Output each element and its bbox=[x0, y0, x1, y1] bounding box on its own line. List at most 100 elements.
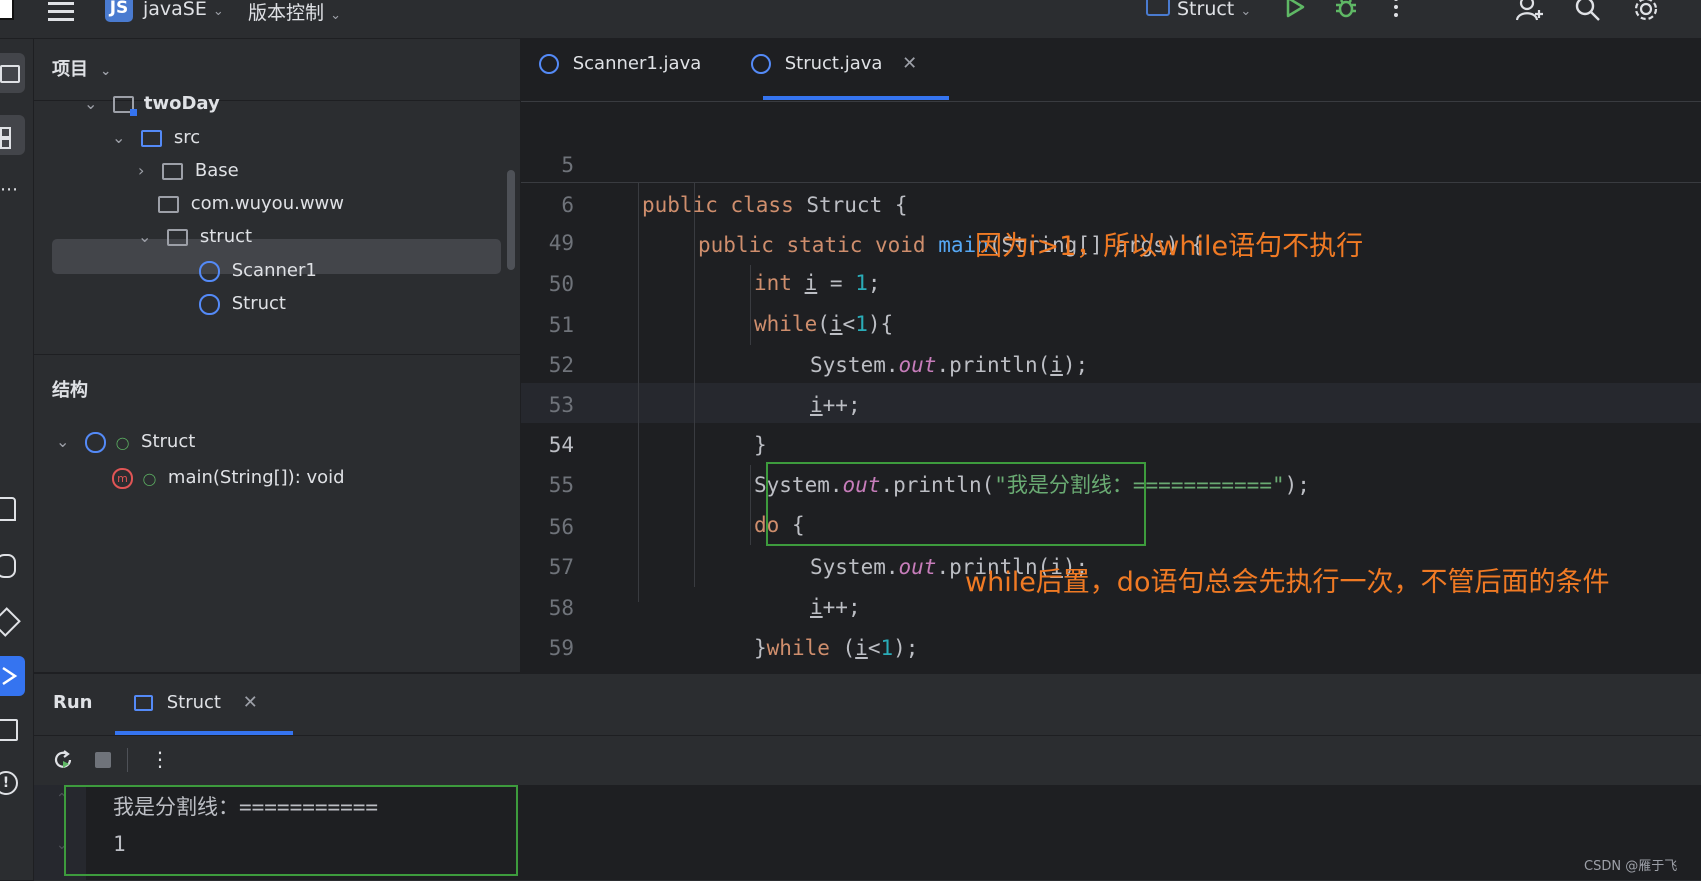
tab-scanner1[interactable]: Scanner1.java bbox=[539, 53, 701, 74]
tool-window-strip: ⋯ ! bbox=[0, 39, 34, 880]
run-panel-title: Run bbox=[53, 692, 93, 713]
tab-struct[interactable]: Struct.java ✕ bbox=[751, 53, 917, 74]
close-icon[interactable]: ✕ bbox=[902, 53, 917, 74]
structure-panel-title: 结构 bbox=[52, 380, 88, 401]
app-logo-icon bbox=[0, 0, 14, 20]
vcs-dropdown[interactable]: 版本控制 ⌄ bbox=[248, 0, 341, 25]
chevron-down-icon: ⌄ bbox=[330, 8, 341, 23]
run-config-icon bbox=[1146, 0, 1170, 16]
java-class-icon bbox=[199, 260, 220, 282]
do-block-highlight-box bbox=[766, 462, 1146, 546]
run-config-dropdown[interactable]: Struct ⌄ bbox=[1177, 0, 1251, 20]
project-panel-header[interactable]: 项目 ⌄ bbox=[52, 55, 111, 81]
java-class-icon bbox=[199, 293, 220, 315]
more-options-icon[interactable]: ⋮ bbox=[150, 748, 170, 770]
package-icon bbox=[162, 162, 184, 180]
run-tab-label: Struct bbox=[166, 692, 221, 713]
code-line[interactable]: 55 do { bbox=[521, 425, 1701, 537]
editor-tabs: Scanner1.java Struct.java ✕ bbox=[521, 39, 1701, 102]
code-line[interactable]: 51 System.out.println(i); bbox=[521, 265, 1701, 377]
more-tools-icon[interactable]: ⋯ bbox=[0, 179, 18, 200]
chevron-down-icon[interactable]: ⌄ bbox=[112, 128, 125, 147]
code-line[interactable]: 6 public static void main(String[] args)… bbox=[521, 145, 1701, 257]
close-icon[interactable]: ✕ bbox=[243, 692, 258, 713]
console-output[interactable]: ⌃ ⌄ 我是分割线：=========== 1 CSDN @雁于飞 bbox=[34, 785, 1701, 880]
chevron-down-icon[interactable]: ⌄ bbox=[138, 227, 151, 246]
project-panel: 项目 ⌄ ⌄ twoDay ⌄ src › Base com.wuyou.www… bbox=[34, 39, 521, 672]
structure-tool-button[interactable] bbox=[0, 115, 25, 155]
code-line[interactable]: 5 public class Struct { bbox=[521, 105, 1701, 217]
tree-item-label: com.wuyou.www bbox=[190, 193, 344, 214]
problems-tool-icon[interactable]: ! bbox=[0, 771, 18, 795]
java-class-icon bbox=[539, 54, 559, 74]
project-name-dropdown[interactable]: javaSE ⌄ bbox=[143, 0, 224, 20]
tree-scrollbar[interactable] bbox=[507, 170, 515, 270]
structure-item-label: main(String[]): void bbox=[167, 467, 345, 488]
run-toolbar-divider bbox=[34, 735, 1701, 736]
build-tool-icon[interactable] bbox=[0, 497, 16, 521]
active-tab-underline bbox=[763, 96, 949, 100]
chevron-down-icon[interactable]: ⌄ bbox=[84, 94, 97, 113]
chevron-down-icon: ⌄ bbox=[212, 4, 224, 19]
run-tool-button[interactable] bbox=[0, 656, 25, 696]
tree-item-struct-class[interactable]: Struct bbox=[199, 287, 286, 321]
debug-icon[interactable] bbox=[1334, 0, 1358, 20]
tree-item-base[interactable]: › Base bbox=[138, 154, 239, 188]
rerun-icon[interactable] bbox=[52, 749, 74, 771]
code-line[interactable]: 60 } bbox=[521, 629, 1701, 741]
tree-item-twoday[interactable]: ⌄ twoDay bbox=[84, 87, 220, 121]
folder-icon bbox=[141, 129, 163, 147]
structure-icon bbox=[0, 127, 11, 138]
title-bar: JS javaSE ⌄ 版本控制 ⌄ Struct ⌄ bbox=[0, 0, 1701, 39]
watermark: CSDN @雁于飞 bbox=[1584, 859, 1678, 874]
code-line[interactable]: 54 System.out.println("我是分割线：===========… bbox=[521, 385, 1701, 497]
project-panel-title: 项目 bbox=[52, 59, 88, 80]
method-icon: m bbox=[112, 467, 133, 489]
tree-item-com-wuyou-www[interactable]: com.wuyou.www bbox=[158, 187, 344, 221]
annotation-while-note: 因为i>1，所以while语句不执行 bbox=[975, 231, 1364, 262]
module-folder-icon bbox=[113, 95, 138, 116]
public-visibility-icon: ◯ bbox=[115, 436, 130, 450]
more-options-icon[interactable] bbox=[1394, 0, 1398, 18]
chevron-down-icon[interactable]: ⌄ bbox=[56, 432, 69, 451]
add-user-icon[interactable] bbox=[1516, 0, 1544, 22]
tree-item-scanner1[interactable]: Scanner1 bbox=[199, 254, 317, 288]
chevron-right-icon[interactable]: › bbox=[138, 161, 144, 180]
chevron-down-icon: ⌄ bbox=[1240, 4, 1252, 19]
project-tool-button[interactable] bbox=[0, 53, 25, 93]
panel-divider bbox=[34, 354, 520, 355]
tree-item-label: Base bbox=[194, 160, 239, 181]
run-config-icon bbox=[134, 695, 153, 711]
tree-item-src[interactable]: ⌄ src bbox=[112, 121, 200, 155]
services-tool-icon[interactable] bbox=[0, 607, 21, 637]
terminal-tool-icon[interactable] bbox=[0, 719, 18, 741]
annotation-do-note: while后置，do语句总会先执行一次，不管后面的条件 bbox=[965, 567, 1610, 598]
stop-icon[interactable] bbox=[95, 752, 111, 768]
structure-item-struct[interactable]: ⌄ ◯ Struct bbox=[56, 425, 195, 459]
code-line[interactable]: 49 int i = 1; bbox=[521, 183, 1701, 295]
gear-icon[interactable] bbox=[1632, 0, 1660, 23]
code-line[interactable]: 52 i++; bbox=[521, 305, 1701, 417]
tree-item-label: src bbox=[173, 127, 201, 148]
java-class-icon bbox=[751, 54, 771, 74]
code-line[interactable]: 53 } bbox=[521, 345, 1701, 457]
folder-icon bbox=[0, 65, 20, 83]
main-menu-icon[interactable] bbox=[48, 0, 74, 21]
project-name: javaSE bbox=[143, 0, 207, 20]
run-config-name: Struct bbox=[1177, 0, 1235, 20]
run-icon[interactable] bbox=[1284, 0, 1306, 18]
structure-item-main[interactable]: m ◯ main(String[]): void bbox=[112, 461, 345, 495]
tab-label: Scanner1.java bbox=[572, 53, 702, 74]
tree-item-label: twoDay bbox=[143, 93, 220, 114]
tree-item-struct[interactable]: ⌄ struct bbox=[138, 220, 252, 254]
public-visibility-icon: ◯ bbox=[142, 472, 157, 486]
search-icon[interactable] bbox=[1575, 0, 1601, 22]
structure-item-label: Struct bbox=[141, 431, 196, 452]
project-badge[interactable]: JS bbox=[105, 0, 133, 22]
tab-label: Struct.java bbox=[784, 53, 883, 74]
run-tab-struct[interactable]: Struct ✕ bbox=[134, 692, 258, 713]
run-icon bbox=[2, 666, 18, 686]
java-class-icon bbox=[85, 431, 107, 453]
toolbar-separator bbox=[127, 748, 128, 772]
debug-tool-icon[interactable] bbox=[0, 554, 16, 578]
